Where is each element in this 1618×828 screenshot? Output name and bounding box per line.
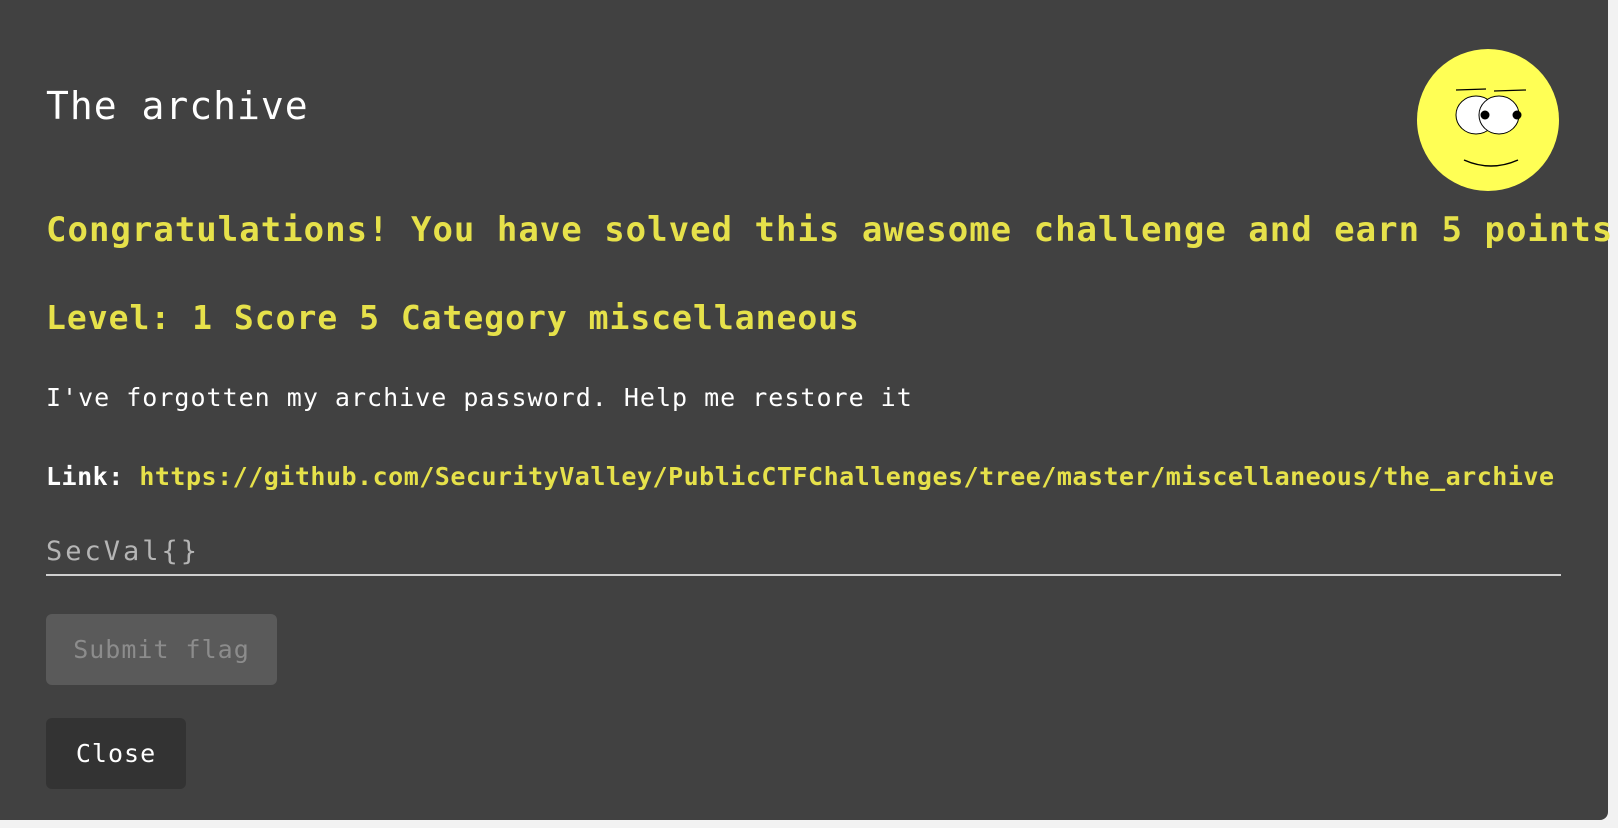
score-label: Score [233, 298, 339, 337]
congratulations-message: Congratulations! You have solved this aw… [46, 210, 1618, 250]
challenge-description: I've forgotten my archive password. Help… [46, 383, 913, 412]
close-button[interactable]: Close [46, 718, 186, 789]
level-value: 1 [192, 298, 213, 337]
category-value: miscellaneous [588, 298, 860, 337]
level-label: Level: [46, 298, 172, 337]
challenge-link-row: Link: https://github.com/SecurityValley/… [46, 462, 1555, 491]
link-label: Link: [46, 462, 124, 491]
challenge-link[interactable]: https://github.com/SecurityValley/Public… [139, 462, 1554, 491]
smiley-face-icon [1416, 48, 1560, 192]
challenge-title: The archive [46, 84, 309, 128]
challenge-modal: The archive Congratulations! You have so… [0, 0, 1618, 820]
flag-input[interactable] [46, 528, 1561, 576]
score-value: 5 [359, 298, 380, 337]
submit-flag-button[interactable]: Submit flag [46, 614, 277, 685]
challenge-meta: Level: 1 Score 5 Category miscellaneous [46, 298, 860, 337]
category-label: Category [400, 298, 568, 337]
